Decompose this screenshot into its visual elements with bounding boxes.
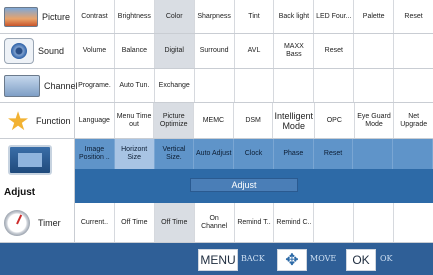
- menu-item-empty: [354, 34, 395, 68]
- menu-item[interactable]: Image Position ..: [75, 139, 115, 169]
- timer-items: Current.. Off Time Off Time On Channel R…: [75, 203, 433, 242]
- menu-item[interactable]: Palette: [354, 0, 395, 33]
- menu-item[interactable]: Language: [75, 103, 115, 138]
- menu-row-timer: Timer Current.. Off Time Off Time On Cha…: [0, 203, 433, 243]
- menu-item-empty: [314, 69, 355, 102]
- menu-row-picture: Picture Contrast Brightness Color Sharpn…: [0, 0, 433, 34]
- menu-item[interactable]: Auto Adjust: [194, 139, 235, 169]
- menu-item-empty: [394, 34, 433, 68]
- menu-item-empty: [353, 139, 394, 169]
- menu-item-empty: [235, 69, 275, 102]
- menu-item[interactable]: Balance: [115, 34, 155, 68]
- menu-row-channel: Channel Programe. Auto Tun. Exchange: [0, 69, 433, 103]
- menu-item[interactable]: Remind T..: [235, 203, 275, 242]
- menu-item[interactable]: Clock: [234, 139, 274, 169]
- category-label: Function: [36, 115, 71, 126]
- menu-item-selected[interactable]: Off Time: [154, 203, 195, 242]
- menu-item[interactable]: MAXX Bass: [274, 34, 315, 68]
- menu-item-empty: [314, 203, 355, 242]
- adjust-items: Image Position .. Horizont Size Vertical…: [75, 139, 433, 169]
- menu-item-selected[interactable]: Digital: [154, 34, 195, 68]
- category-adjust[interactable]: Adjust: [0, 139, 75, 203]
- menu-item[interactable]: Auto Tun.: [115, 69, 155, 102]
- key-hint-bar: MENU BACK ✥ MOVE OK OK: [0, 243, 433, 275]
- menu-item[interactable]: Vertical Size.: [155, 139, 195, 169]
- channel-icon: [4, 74, 40, 97]
- category-label: Channel: [44, 80, 78, 91]
- menu-item[interactable]: Phase: [274, 139, 314, 169]
- menu-item-empty: [354, 203, 395, 242]
- star-icon: ★: [6, 105, 30, 136]
- menu-item[interactable]: Intelligent Mode: [273, 103, 315, 138]
- category-function[interactable]: ★ Function: [0, 103, 75, 138]
- menu-item[interactable]: Net Upgrade: [394, 103, 433, 138]
- menu-item[interactable]: Programe.: [75, 69, 115, 102]
- menu-item[interactable]: OPC: [315, 103, 355, 138]
- picture-items: Contrast Brightness Color Sharpness Tint…: [75, 0, 433, 33]
- menu-item[interactable]: Eye Guard Mode: [355, 103, 395, 138]
- category-label: Adjust: [4, 187, 36, 198]
- menu-item-empty: [354, 69, 395, 102]
- menu-item[interactable]: DSM: [234, 103, 274, 138]
- menu-item-selected[interactable]: Color: [154, 0, 195, 33]
- menu-row-adjust: Adjust Image Position .. Horizont Size V…: [0, 139, 433, 203]
- menu-item[interactable]: Contrast: [75, 0, 115, 33]
- sound-items: Volume Balance Digital Surround AVL MAXX…: [75, 34, 433, 68]
- menu-item[interactable]: Menu Time out: [115, 103, 155, 138]
- category-picture[interactable]: Picture: [0, 0, 75, 33]
- menu-item[interactable]: Tint: [235, 0, 275, 33]
- menu-item[interactable]: Reset: [314, 139, 354, 169]
- menu-item[interactable]: Off Time: [115, 203, 155, 242]
- menu-item[interactable]: Remind C..: [274, 203, 315, 242]
- category-sound[interactable]: Sound: [0, 34, 75, 68]
- menu-item[interactable]: Brightness: [115, 0, 155, 33]
- menu-item-empty: [274, 69, 315, 102]
- menu-item[interactable]: Reset: [394, 0, 433, 33]
- category-label: Picture: [42, 11, 71, 22]
- menu-key-button[interactable]: MENU: [198, 249, 238, 271]
- menu-item[interactable]: MEMC: [194, 103, 234, 138]
- move-arrows-icon[interactable]: ✥: [277, 249, 307, 271]
- menu-item-empty: [393, 139, 433, 169]
- menu-item-empty: [394, 69, 433, 102]
- menu-item[interactable]: Surround: [195, 34, 235, 68]
- menu-item[interactable]: Exchange: [155, 69, 195, 102]
- picture-icon: [4, 6, 38, 27]
- clock-icon: [4, 209, 34, 236]
- menu-item-selected[interactable]: Horizont Size: [114, 139, 155, 169]
- menu-item[interactable]: Volume: [75, 34, 115, 68]
- function-items: Language Menu Time out Picture Optimize …: [75, 103, 433, 138]
- channel-items: Programe. Auto Tun. Exchange: [75, 69, 433, 102]
- menu-row-sound: Sound Volume Balance Digital Surround AV…: [0, 34, 433, 69]
- category-label: Timer: [38, 217, 61, 228]
- category-timer[interactable]: Timer: [0, 203, 75, 242]
- menu-item[interactable]: AVL: [235, 34, 275, 68]
- category-label: Sound: [38, 46, 65, 56]
- menu-item[interactable]: Reset: [314, 34, 355, 68]
- category-channel[interactable]: Channel: [0, 69, 78, 102]
- menu-item[interactable]: Current..: [75, 203, 115, 242]
- adjust-button[interactable]: Adjust: [190, 178, 298, 192]
- tv-menu: Picture Contrast Brightness Color Sharpn…: [0, 0, 433, 275]
- menu-item[interactable]: On Channel: [195, 203, 235, 242]
- menu-item[interactable]: LED Four...: [314, 0, 355, 33]
- speaker-icon: [4, 38, 34, 64]
- menu-item[interactable]: Back light: [274, 0, 315, 33]
- ok-key-button[interactable]: OK: [346, 249, 376, 271]
- menu-item-selected[interactable]: Picture Optimize: [154, 103, 195, 138]
- move-label: MOVE: [310, 254, 337, 263]
- back-label: BACK: [241, 254, 265, 263]
- monitor-icon: [8, 145, 52, 175]
- menu-item-empty: [394, 203, 433, 242]
- menu-item[interactable]: Sharpness: [195, 0, 235, 33]
- ok-label: OK: [380, 254, 393, 263]
- menu-item-empty: [195, 69, 235, 102]
- menu-row-function: ★ Function Language Menu Time out Pictur…: [0, 103, 433, 139]
